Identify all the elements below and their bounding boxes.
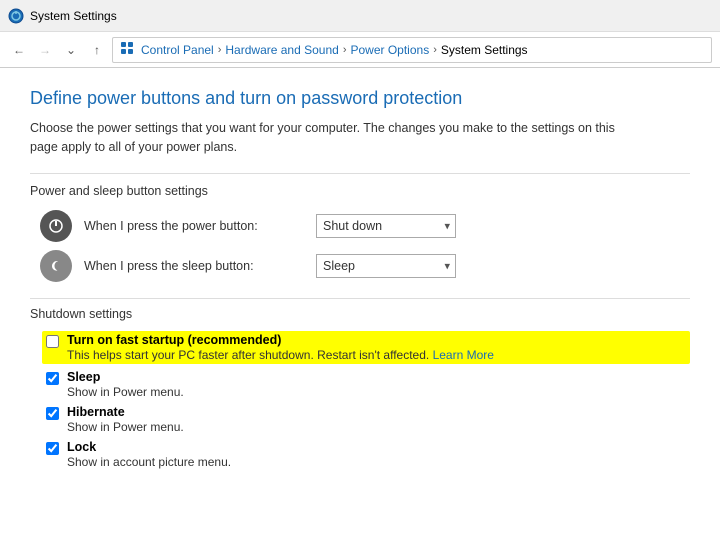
- power-sleep-section-label: Power and sleep button settings: [30, 184, 690, 198]
- sleep-button-row: When I press the sleep button: Do nothin…: [40, 250, 690, 282]
- sleep-button-label: When I press the sleep button:: [84, 259, 304, 273]
- breadcrumb-system-settings: System Settings: [441, 43, 528, 57]
- title-bar-text: System Settings: [30, 9, 117, 23]
- hibernate-row: Hibernate Show in Power menu.: [46, 405, 690, 434]
- sleep-button-dropdown-wrapper: Do nothing Sleep Hibernate Shut down: [316, 254, 456, 278]
- sleep-desc: Show in Power menu.: [67, 385, 184, 399]
- button-settings: When I press the power button: Do nothin…: [40, 210, 690, 282]
- address-bar: ← → ⌄ ↑ Control Panel › Hardware and Sou…: [0, 32, 720, 68]
- breadcrumb-power-options[interactable]: Power Options: [350, 43, 429, 57]
- fast-startup-row: Turn on fast startup (recommended) This …: [42, 331, 690, 364]
- shutdown-settings: Shutdown settings Turn on fast startup (…: [30, 307, 690, 469]
- app-icon: [8, 8, 24, 24]
- power-icon-circle: [40, 210, 72, 242]
- divider-2: [30, 298, 690, 299]
- lock-label: Lock: [67, 440, 231, 454]
- sleep-icon: [47, 257, 65, 275]
- hibernate-checkbox[interactable]: [46, 407, 59, 420]
- lock-desc: Show in account picture menu.: [67, 455, 231, 469]
- power-button-dropdown[interactable]: Do nothing Sleep Hibernate Shut down Tur…: [316, 214, 456, 238]
- hibernate-label: Hibernate: [67, 405, 184, 419]
- sleep-button-dropdown[interactable]: Do nothing Sleep Hibernate Shut down: [316, 254, 456, 278]
- lock-row: Lock Show in account picture menu.: [46, 440, 690, 469]
- power-button-row: When I press the power button: Do nothin…: [40, 210, 690, 242]
- fast-startup-checkbox[interactable]: [46, 335, 59, 348]
- title-bar: System Settings: [0, 0, 720, 32]
- breadcrumb-hardware-sound[interactable]: Hardware and Sound: [225, 43, 338, 57]
- control-panel-icon: [119, 40, 135, 59]
- sleep-icon-circle: [40, 250, 72, 282]
- breadcrumb: Control Panel › Hardware and Sound › Pow…: [112, 37, 712, 63]
- sleep-label: Sleep: [67, 370, 184, 384]
- back-button[interactable]: ←: [8, 39, 30, 61]
- lock-checkbox[interactable]: [46, 442, 59, 455]
- page-description: Choose the power settings that you want …: [30, 119, 630, 157]
- breadcrumb-control-panel[interactable]: Control Panel: [141, 43, 214, 57]
- main-content: Define power buttons and turn on passwor…: [0, 68, 720, 538]
- hibernate-desc: Show in Power menu.: [67, 420, 184, 434]
- fast-startup-desc: This helps start your PC faster after sh…: [67, 348, 494, 362]
- page-title: Define power buttons and turn on passwor…: [30, 88, 690, 109]
- divider-1: [30, 173, 690, 174]
- learn-more-link[interactable]: Learn More: [433, 348, 494, 362]
- sleep-row: Sleep Show in Power menu.: [46, 370, 690, 399]
- recent-locations-button[interactable]: ⌄: [60, 39, 82, 61]
- fast-startup-label: Turn on fast startup (recommended): [67, 333, 494, 347]
- power-icon: [47, 217, 65, 235]
- sleep-checkbox[interactable]: [46, 372, 59, 385]
- power-button-dropdown-wrapper: Do nothing Sleep Hibernate Shut down Tur…: [316, 214, 456, 238]
- power-button-label: When I press the power button:: [84, 219, 304, 233]
- forward-button[interactable]: →: [34, 39, 56, 61]
- up-button[interactable]: ↑: [86, 39, 108, 61]
- shutdown-settings-label: Shutdown settings: [30, 307, 690, 321]
